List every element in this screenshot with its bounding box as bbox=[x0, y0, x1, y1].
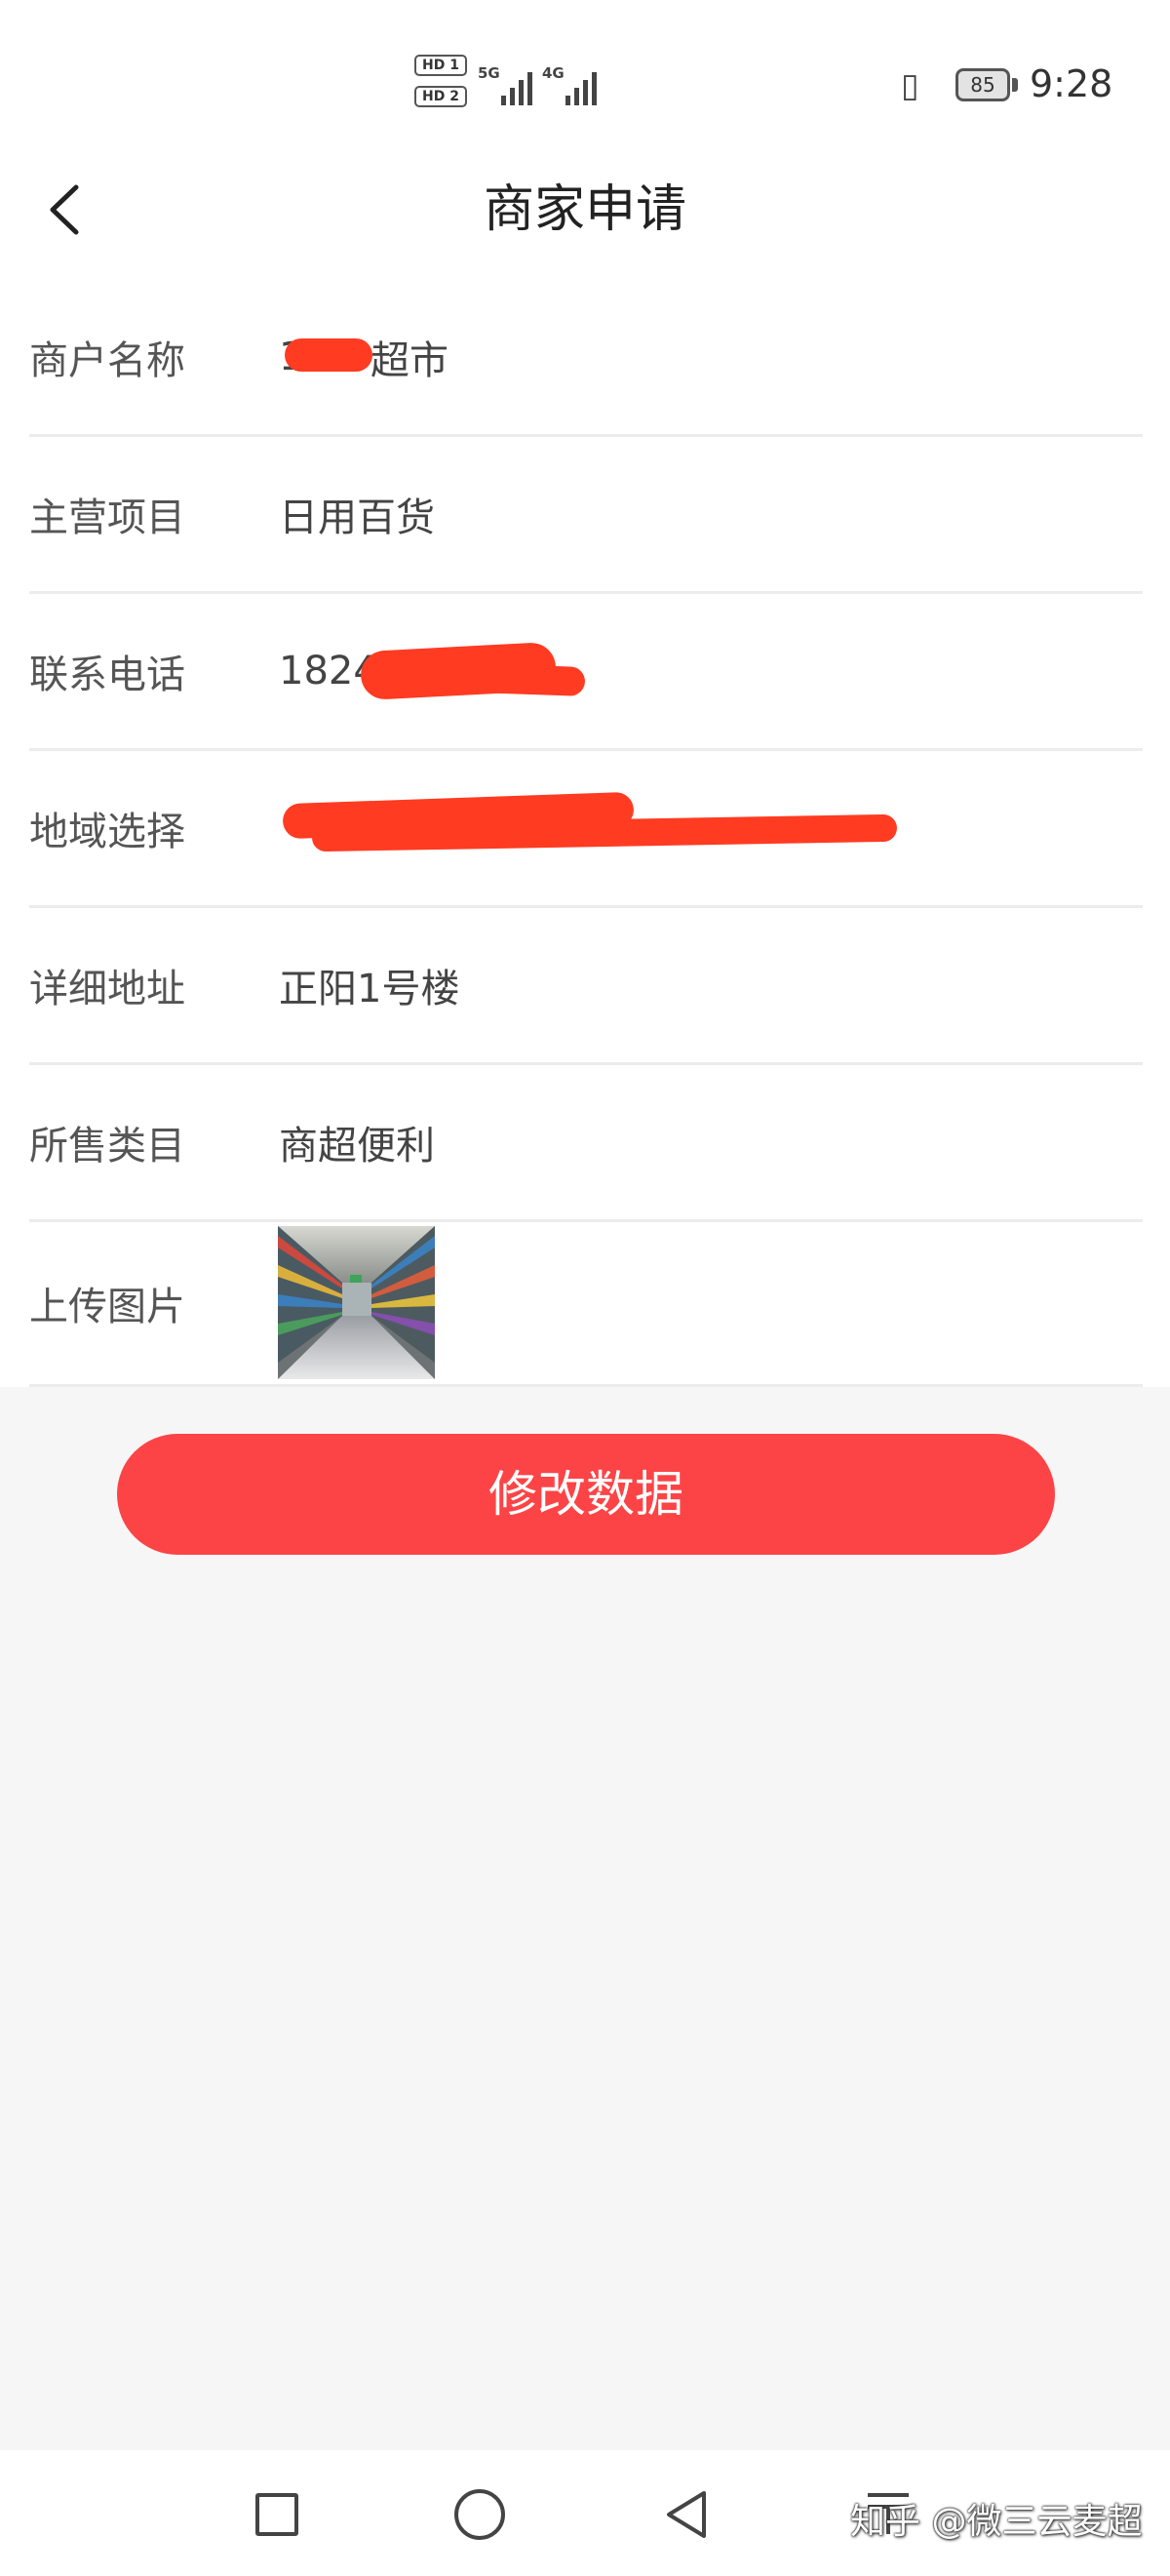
uploaded-image-thumbnail[interactable] bbox=[278, 1226, 435, 1379]
row-label: 商户名称 bbox=[29, 338, 185, 383]
vibrate-icon: ▯ bbox=[901, 66, 919, 105]
back-button[interactable] bbox=[39, 174, 98, 246]
status-time: 9:28 bbox=[1030, 62, 1113, 105]
modify-data-button[interactable]: 修改数据 bbox=[117, 1434, 1055, 1555]
redaction-mark bbox=[418, 661, 586, 696]
row-value: 超市 bbox=[370, 338, 448, 383]
row-label: 主营项目 bbox=[29, 495, 185, 540]
system-nav-bar: 知乎 @微三云麦超 bbox=[0, 2450, 1170, 2576]
network2-label: 4G bbox=[542, 64, 565, 82]
signal-bars-1-icon bbox=[501, 66, 532, 105]
page-title: 商家申请 bbox=[483, 180, 686, 239]
row-label: 上传图片 bbox=[29, 1285, 185, 1329]
back-icon[interactable] bbox=[659, 2487, 714, 2542]
network1-label: 5G bbox=[478, 64, 500, 82]
row-value: 正阳1号楼 bbox=[279, 967, 460, 1011]
row-label: 详细地址 bbox=[29, 967, 185, 1011]
form-row-phone[interactable]: 联系电话 1824 bbox=[29, 594, 1143, 751]
status-bar: HD 1 HD 2 5G 4G ▯ 85 9:28 bbox=[0, 0, 1170, 146]
row-label: 所售类目 bbox=[29, 1124, 185, 1169]
battery-tip bbox=[1012, 78, 1018, 92]
sim-indicators: HD 1 HD 2 bbox=[414, 55, 467, 117]
chevron-left-icon bbox=[50, 184, 79, 235]
battery-icon: 85 bbox=[956, 68, 1010, 101]
sim2-hd-badge: HD 2 bbox=[414, 86, 467, 107]
row-label: 联系电话 bbox=[29, 653, 185, 697]
sim1-hd-badge: HD 1 bbox=[414, 55, 467, 76]
redaction-mark bbox=[285, 338, 372, 372]
row-value: 日用百货 bbox=[279, 495, 435, 540]
supermarket-aisle-photo bbox=[278, 1226, 435, 1379]
home-icon[interactable] bbox=[454, 2489, 505, 2540]
form-row-merchant-name[interactable]: 商户名称 1 超市 bbox=[29, 280, 1143, 437]
watermark: 知乎 @微三云麦超 bbox=[850, 2502, 1143, 2542]
form-row-region[interactable]: 地域选择 bbox=[29, 751, 1143, 908]
form-row-address[interactable]: 详细地址 正阳1号楼 bbox=[29, 908, 1143, 1065]
recent-apps-icon[interactable] bbox=[255, 2493, 298, 2536]
row-label: 地域选择 bbox=[29, 810, 185, 854]
form-row-category[interactable]: 所售类目 商超便利 bbox=[29, 1065, 1143, 1222]
form-row-upload-image[interactable]: 上传图片 bbox=[29, 1222, 1143, 1387]
signal-bars-2-icon bbox=[566, 66, 597, 105]
form-row-main-business[interactable]: 主营项目 日用百货 bbox=[29, 437, 1143, 594]
row-value: 商超便利 bbox=[279, 1124, 435, 1169]
